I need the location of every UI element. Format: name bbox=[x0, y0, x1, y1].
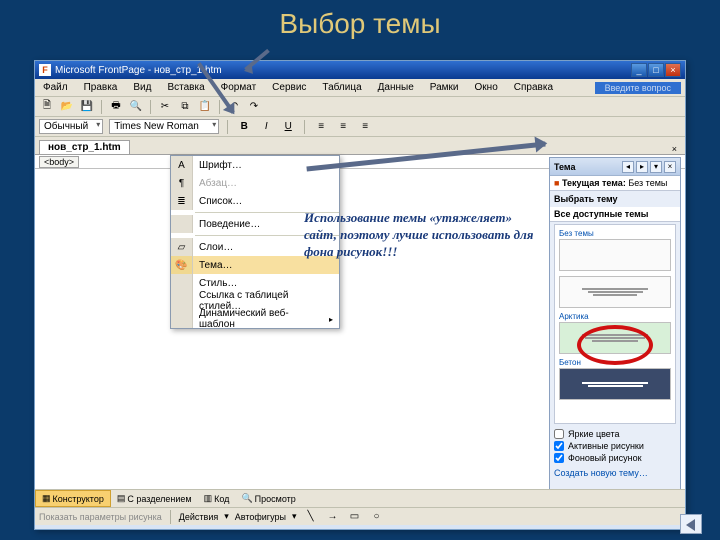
new-theme-link[interactable]: Создать новую тему… bbox=[550, 466, 680, 480]
maximize-button[interactable]: □ bbox=[648, 63, 664, 77]
pane-back-icon[interactable]: ◂ bbox=[622, 161, 634, 173]
view-tabs: ▦ Конструктор ▤ С разделением ▥ Код 🔍 Пр… bbox=[35, 489, 685, 507]
behavior-icon bbox=[171, 215, 193, 233]
align-left-icon[interactable]: ≡ bbox=[313, 119, 329, 135]
theme-unnamed[interactable] bbox=[557, 273, 673, 310]
draw-actions[interactable]: Действия bbox=[179, 512, 218, 522]
tab-code[interactable]: ▥ Код bbox=[198, 491, 236, 506]
font-icon: A bbox=[171, 156, 193, 174]
current-theme: ■ Текущая тема: Без темы bbox=[550, 176, 680, 191]
pane-close-icon[interactable]: × bbox=[664, 161, 676, 173]
rect-icon[interactable]: ▭ bbox=[347, 509, 363, 525]
menu-edit[interactable]: Правка bbox=[80, 81, 122, 94]
theme-icon: 🎨 bbox=[171, 256, 193, 274]
tab-split[interactable]: ▤ С разделением bbox=[111, 491, 198, 506]
menu-format[interactable]: Формат bbox=[217, 81, 261, 94]
new-icon[interactable]: 🗎 bbox=[39, 99, 55, 115]
slide-title: Выбор темы bbox=[0, 0, 720, 44]
css-icon bbox=[171, 292, 193, 310]
pane-fwd-icon[interactable]: ▸ bbox=[636, 161, 648, 173]
style-select[interactable]: Обычный bbox=[39, 119, 103, 134]
question-box[interactable]: Введите вопрос bbox=[595, 82, 681, 94]
pane-home-icon[interactable]: ▾ bbox=[650, 161, 662, 173]
autoshapes-button[interactable]: Автофигуры bbox=[235, 512, 286, 522]
close-button[interactable]: × bbox=[665, 63, 681, 77]
menu-window[interactable]: Окно bbox=[471, 81, 502, 94]
copy-icon[interactable]: ⧉ bbox=[177, 99, 193, 115]
preview-icon[interactable]: 🔍 bbox=[128, 99, 144, 115]
align-right-icon[interactable]: ≡ bbox=[357, 119, 373, 135]
titlebar: F Microsoft FrontPage - нов_стр_1.htm _ … bbox=[35, 61, 685, 79]
body-tag[interactable]: <body> bbox=[39, 156, 79, 168]
menu-view[interactable]: Вид bbox=[129, 81, 155, 94]
statusbar: Показать параметры рисунка Действия▾ Авт… bbox=[35, 507, 685, 529]
app-window: F Microsoft FrontPage - нов_стр_1.htm _ … bbox=[34, 60, 686, 530]
theme-taskpane: Тема ◂ ▸ ▾ × ■ Текущая тема: Без темы Вы… bbox=[549, 157, 681, 505]
paste-icon[interactable]: 📋 bbox=[197, 99, 213, 115]
dwt-icon bbox=[171, 310, 193, 328]
doc-close-icon[interactable]: × bbox=[668, 144, 681, 154]
cut-icon[interactable]: ✂ bbox=[157, 99, 173, 115]
paragraph-icon: ¶ bbox=[171, 174, 193, 192]
toolbar-standard: 🗎 📂 💾 🖶 🔍 ✂ ⧉ 📋 ↶ ↷ bbox=[35, 97, 685, 117]
toolbar-format: Обычный Times New Roman B I U ≡ ≡ ≡ bbox=[35, 117, 685, 137]
check-bright[interactable]: Яркие цвета bbox=[554, 428, 676, 440]
menu-table[interactable]: Таблица bbox=[318, 81, 365, 94]
minimize-button[interactable]: _ bbox=[631, 63, 647, 77]
theme-list[interactable]: Без темы Арктика Бетон bbox=[554, 224, 676, 424]
menu-insert[interactable]: Вставка bbox=[163, 81, 208, 94]
check-active[interactable]: Активные рисунки bbox=[554, 440, 676, 452]
font-select[interactable]: Times New Roman bbox=[109, 119, 219, 134]
menu-frames[interactable]: Рамки bbox=[426, 81, 463, 94]
open-icon[interactable]: 📂 bbox=[59, 99, 75, 115]
doc-tabs: нов_стр_1.htm × bbox=[35, 137, 685, 155]
menu-dwt[interactable]: Динамический веб-шаблон bbox=[171, 310, 339, 328]
taskpane-header: Тема ◂ ▸ ▾ × bbox=[550, 158, 680, 176]
print-icon[interactable]: 🖶 bbox=[108, 99, 124, 115]
line-icon[interactable]: ╲ bbox=[303, 509, 319, 525]
arrow-icon[interactable]: → bbox=[325, 509, 341, 525]
underline-icon[interactable]: U bbox=[280, 119, 296, 135]
check-bg[interactable]: Фоновый рисунок bbox=[554, 452, 676, 464]
app-icon: F bbox=[39, 64, 51, 76]
menu-list[interactable]: ≣Список… bbox=[171, 192, 339, 210]
italic-icon[interactable]: I bbox=[258, 119, 274, 135]
menu-file[interactable]: Файл bbox=[39, 81, 72, 94]
draw-toolbar: Показать параметры рисунка Действия▾ Авт… bbox=[35, 507, 685, 525]
save-icon[interactable]: 💾 bbox=[79, 99, 95, 115]
highlight-circle bbox=[577, 325, 653, 365]
menu-paragraph: ¶Абзац… bbox=[171, 174, 339, 192]
theme-none[interactable]: Без темы bbox=[557, 227, 673, 273]
menu-help[interactable]: Справка bbox=[510, 81, 557, 94]
menubar: Файл Правка Вид Вставка Формат Сервис Та… bbox=[35, 79, 685, 97]
layers-icon: ▱ bbox=[171, 238, 193, 256]
theme-options: Яркие цвета Активные рисунки Фоновый рис… bbox=[550, 426, 680, 466]
list-icon: ≣ bbox=[171, 192, 193, 210]
show-draw-options[interactable]: Показать параметры рисунка bbox=[39, 512, 162, 522]
tab-design[interactable]: ▦ Конструктор bbox=[35, 490, 111, 507]
annotation-note: Использование темы «утяжеляет» сайт, поэ… bbox=[304, 210, 534, 261]
menu-data[interactable]: Данные bbox=[374, 81, 418, 94]
style-icon bbox=[171, 274, 193, 292]
nav-back-button[interactable] bbox=[680, 514, 702, 534]
bold-icon[interactable]: B bbox=[236, 119, 252, 135]
all-themes-label: Все доступные темы bbox=[550, 207, 680, 222]
doc-tab[interactable]: нов_стр_1.htm bbox=[39, 140, 130, 154]
select-theme-label: Выбрать тему bbox=[550, 191, 680, 207]
redo-icon[interactable]: ↷ bbox=[246, 99, 262, 115]
titlebar-text: Microsoft FrontPage - нов_стр_1.htm bbox=[55, 65, 222, 76]
align-center-icon[interactable]: ≡ bbox=[335, 119, 351, 135]
oval-icon[interactable]: ○ bbox=[369, 509, 385, 525]
tab-preview[interactable]: 🔍 Просмотр bbox=[235, 491, 301, 506]
menu-tools[interactable]: Сервис bbox=[268, 81, 310, 94]
taskpane-title: Тема bbox=[554, 162, 575, 172]
